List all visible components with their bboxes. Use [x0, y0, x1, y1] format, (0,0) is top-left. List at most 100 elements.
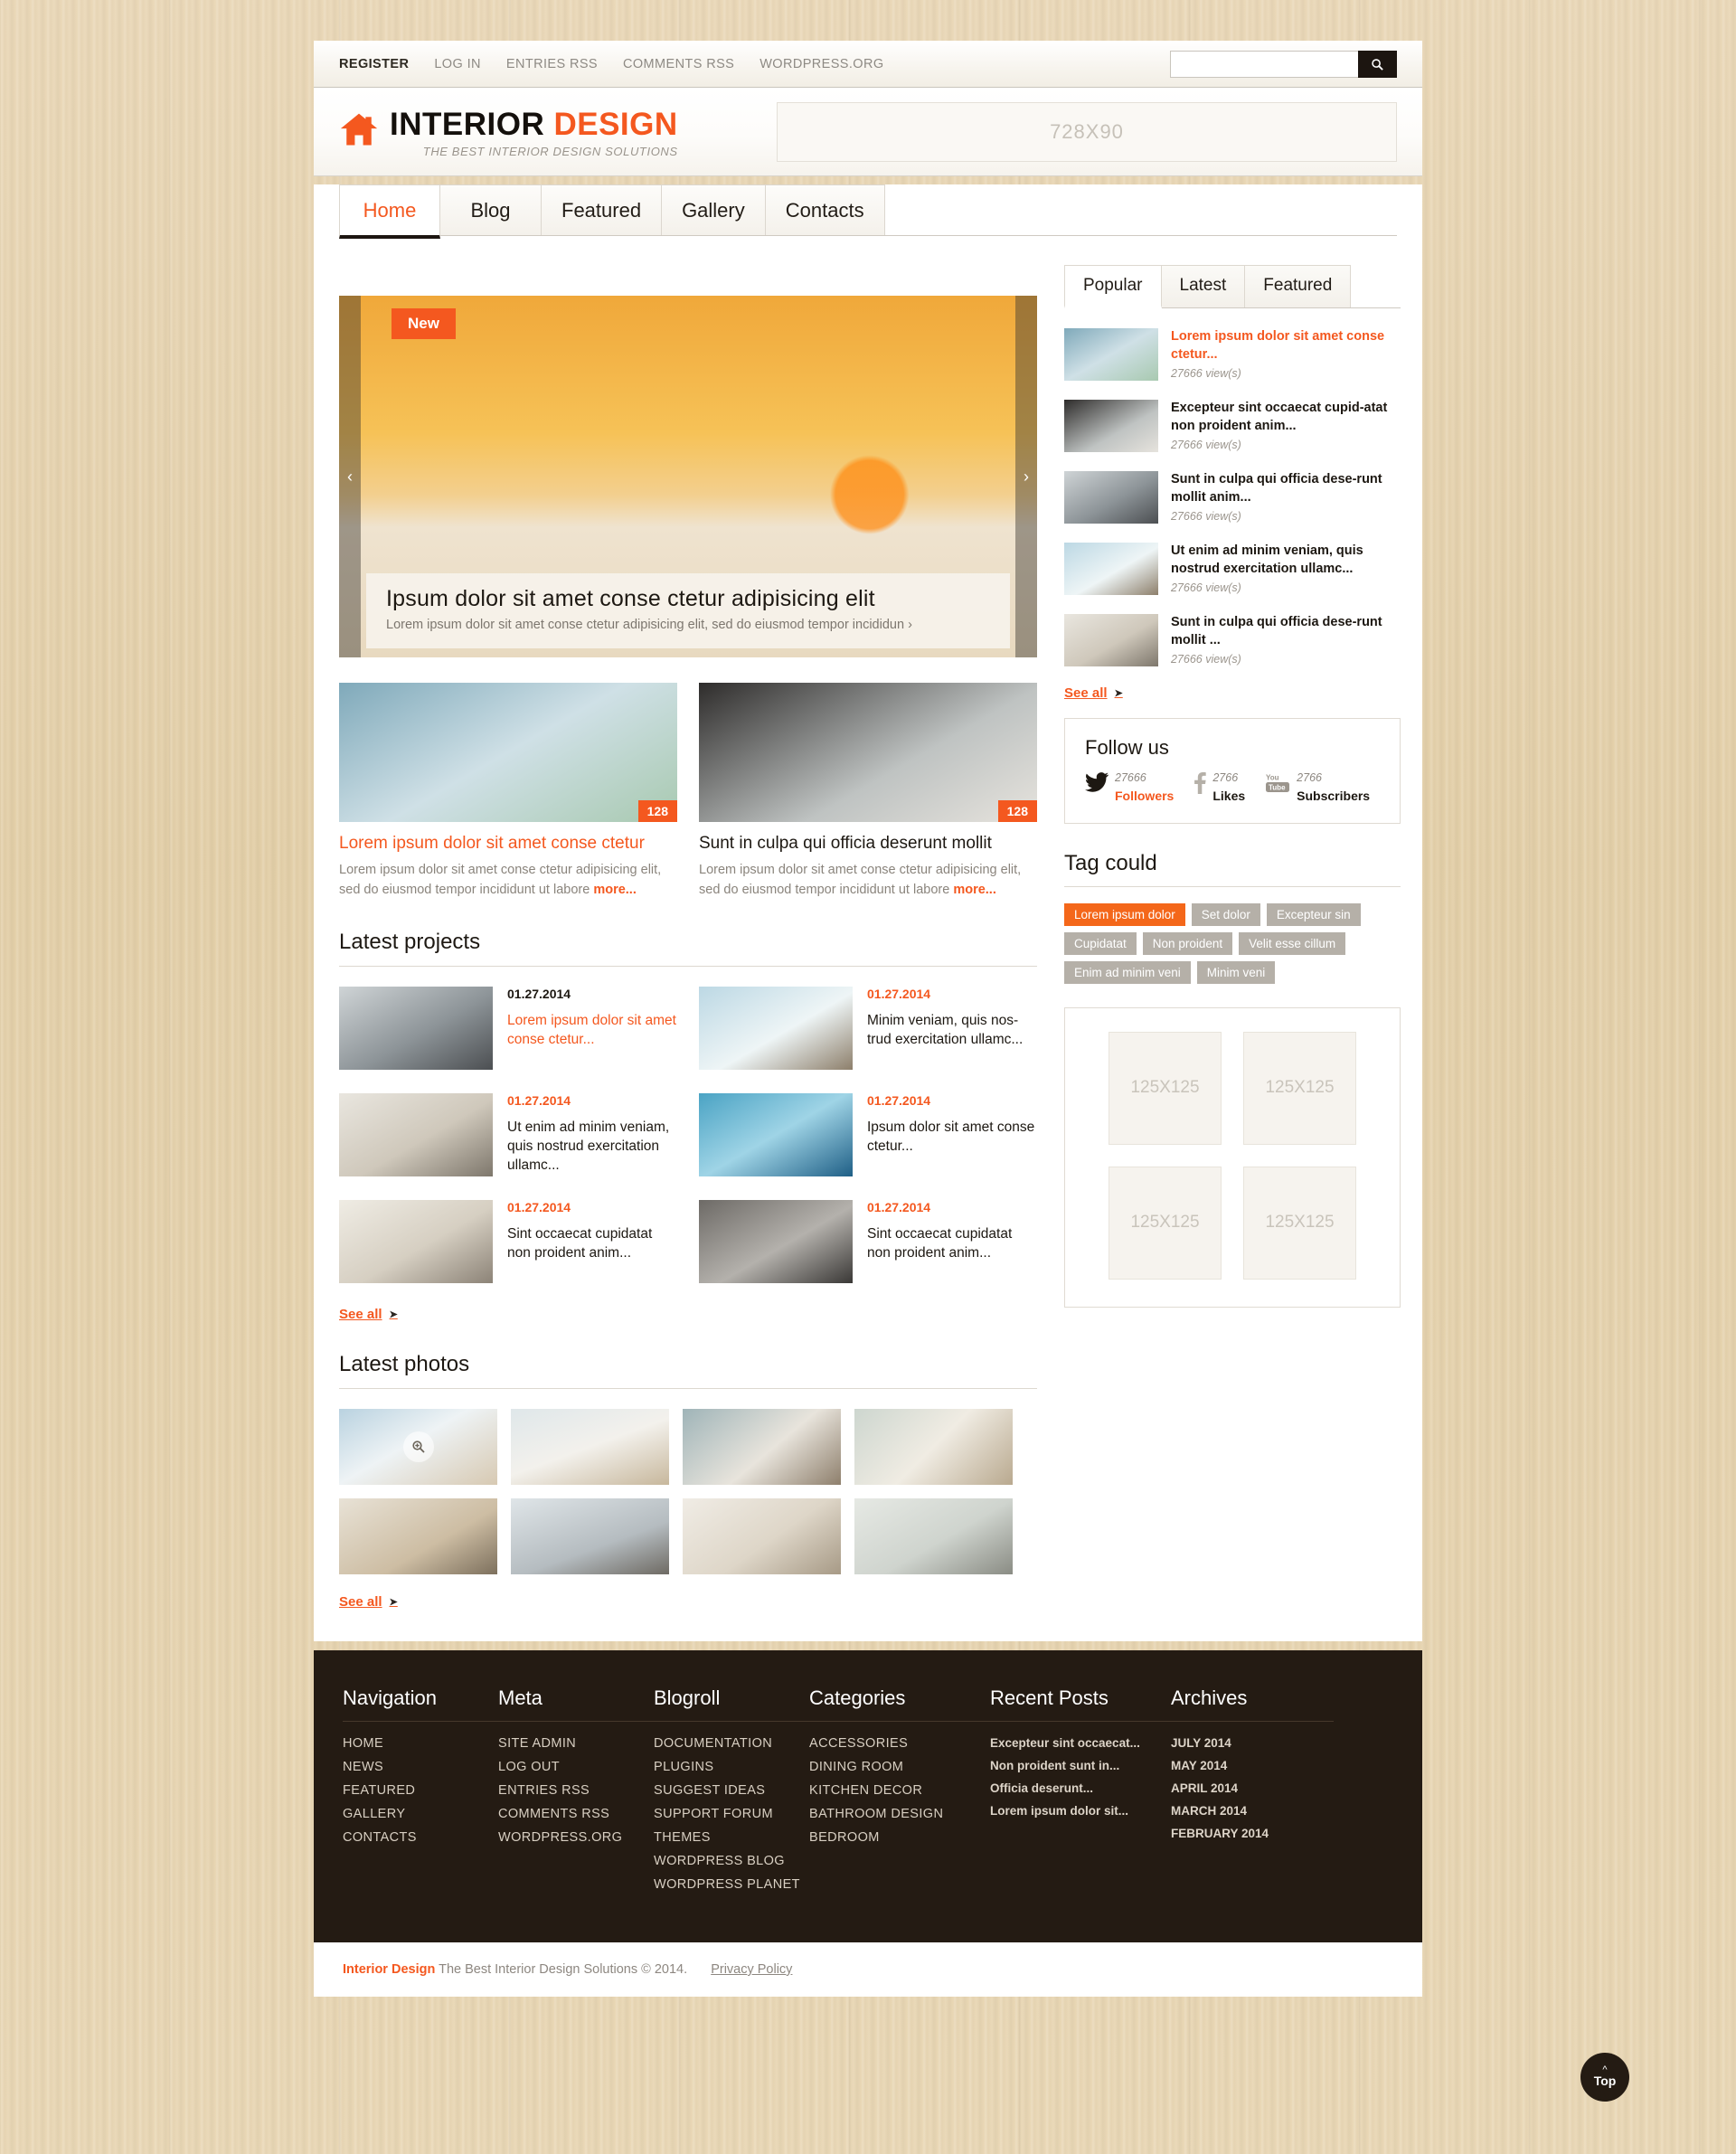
project-title[interactable]: Minim veniam, quis nos-trud exercitation…	[867, 1012, 1037, 1050]
sidebar-tab-popular[interactable]: Popular	[1064, 265, 1162, 308]
footer-link[interactable]: Officia deserunt...	[990, 1781, 1171, 1795]
footer-link[interactable]: FEATURED	[343, 1783, 498, 1798]
project-thumbnail[interactable]	[339, 986, 493, 1070]
post-thumbnail[interactable]: 128	[699, 683, 1037, 822]
utility-link-0[interactable]: REGISTER	[339, 57, 409, 71]
footer-link[interactable]: SUGGEST IDEAS	[654, 1783, 809, 1798]
photo-item[interactable]	[339, 1497, 497, 1574]
footer-link[interactable]: WORDPRESS PLANET	[654, 1877, 809, 1892]
photo-item[interactable]	[854, 1497, 1013, 1574]
nav-tab-home[interactable]: Home	[339, 184, 440, 239]
ad-placeholder-125x125[interactable]: 125X125	[1243, 1166, 1356, 1280]
social-item[interactable]: 27666 Followers	[1085, 771, 1174, 803]
nav-tab-gallery[interactable]: Gallery	[662, 184, 766, 235]
photo-item[interactable]	[683, 1497, 841, 1574]
footer-link[interactable]: COMMENTS RSS	[498, 1807, 654, 1821]
photo-item[interactable]	[511, 1497, 669, 1574]
ad-placeholder-125x125[interactable]: 125X125	[1109, 1166, 1222, 1280]
nav-tab-featured[interactable]: Featured	[542, 184, 663, 235]
footer-link[interactable]: HOME	[343, 1736, 498, 1751]
tag-item[interactable]: Cupidatat	[1064, 931, 1137, 955]
project-thumbnail[interactable]	[699, 986, 853, 1070]
search-button[interactable]	[1358, 51, 1397, 78]
project-thumbnail[interactable]	[699, 1092, 853, 1176]
tag-item[interactable]: Set dolor	[1191, 902, 1260, 926]
footer-link[interactable]: BEDROOM	[809, 1830, 990, 1845]
photo-item[interactable]	[854, 1408, 1013, 1485]
footer-link[interactable]: ACCESSORIES	[809, 1736, 990, 1751]
slider-more-arrow-icon[interactable]: ›	[908, 618, 912, 632]
footer-link[interactable]: BATHROOM DESIGN	[809, 1807, 990, 1821]
footer-link[interactable]: Excepteur sint occaecat...	[990, 1736, 1171, 1750]
footer-link[interactable]: PLUGINS	[654, 1760, 809, 1774]
utility-link-4[interactable]: WORDPRESS.ORG	[760, 57, 883, 71]
footer-link[interactable]: ENTRIES RSS	[498, 1783, 654, 1798]
footer-link[interactable]: SUPPORT FORUM	[654, 1807, 809, 1821]
footer-link[interactable]: APRIL 2014	[1171, 1781, 1334, 1795]
project-title[interactable]: Sint occaecat cupidatat non proident ani…	[867, 1225, 1037, 1263]
ad-placeholder-125x125[interactable]: 125X125	[1243, 1031, 1356, 1145]
project-title[interactable]: Ut enim ad minim veniam, quis nostrud ex…	[507, 1119, 677, 1176]
read-more-link[interactable]: more...	[593, 883, 637, 897]
sidebar-post-thumbnail[interactable]	[1064, 328, 1158, 381]
sidebar-post-thumbnail[interactable]	[1064, 471, 1158, 524]
photo-item[interactable]	[339, 1408, 497, 1485]
tag-item[interactable]: Non proident	[1142, 931, 1233, 955]
nav-tab-blog[interactable]: Blog	[440, 184, 542, 235]
sidebar-post-thumbnail[interactable]	[1064, 400, 1158, 452]
footer-link[interactable]: JULY 2014	[1171, 1736, 1334, 1750]
nav-tab-contacts[interactable]: Contacts	[765, 184, 885, 235]
footer-link[interactable]: LOG OUT	[498, 1760, 654, 1774]
sidebar-post-title[interactable]: Sunt in culpa qui officia dese-runt moll…	[1171, 614, 1401, 649]
sidebar-post-thumbnail[interactable]	[1064, 614, 1158, 666]
footer-link[interactable]: WORDPRESS.ORG	[498, 1830, 654, 1845]
site-logo[interactable]: INTERIOR DESIGN THE BEST INTERIOR DESIGN…	[339, 105, 735, 158]
read-more-link[interactable]: more...	[953, 883, 996, 897]
project-thumbnail[interactable]	[339, 1199, 493, 1283]
footer-link[interactable]: Lorem ipsum dolor sit...	[990, 1804, 1171, 1818]
project-title[interactable]: Sint occaecat cupidatat non proident ani…	[507, 1225, 677, 1263]
ad-placeholder-125x125[interactable]: 125X125	[1109, 1031, 1222, 1145]
sidebar-tab-featured[interactable]: Featured	[1245, 265, 1352, 307]
project-thumbnail[interactable]	[699, 1199, 853, 1283]
footer-link[interactable]: DOCUMENTATION	[654, 1736, 809, 1751]
latest-photos-see-all[interactable]: See all ➤	[339, 1594, 398, 1610]
latest-projects-see-all[interactable]: See all ➤	[339, 1307, 398, 1322]
social-item[interactable]: You Tube 2766 Subscribers	[1265, 771, 1370, 803]
back-to-top-button[interactable]: ^ Top	[1580, 2053, 1629, 2102]
project-title[interactable]: Lorem ipsum dolor sit amet conse ctetur.…	[507, 1012, 677, 1050]
footer-link[interactable]: THEMES	[654, 1830, 809, 1845]
tag-item[interactable]: Lorem ipsum dolor	[1064, 902, 1185, 926]
tag-item[interactable]: Enim ad minim veni	[1064, 960, 1191, 984]
search-form[interactable]	[1170, 51, 1397, 78]
tag-item[interactable]: Minim veni	[1196, 960, 1276, 984]
footer-link[interactable]: SITE ADMIN	[498, 1736, 654, 1751]
footer-link[interactable]: FEBRUARY 2014	[1171, 1827, 1334, 1840]
popular-see-all[interactable]: See all ➤	[1064, 685, 1123, 701]
sidebar-post-thumbnail[interactable]	[1064, 543, 1158, 595]
utility-link-1[interactable]: LOG IN	[434, 57, 481, 71]
tag-item[interactable]: Excepteur sin	[1266, 902, 1361, 926]
sidebar-tab-latest[interactable]: Latest	[1161, 265, 1246, 307]
slider-prev-button[interactable]: ‹	[339, 296, 361, 657]
footer-link[interactable]: GALLERY	[343, 1807, 498, 1821]
photo-item[interactable]	[683, 1408, 841, 1485]
social-item[interactable]: 2766 Likes	[1194, 771, 1245, 803]
post-title[interactable]: Sunt in culpa qui officia deserunt molli…	[699, 834, 1037, 854]
slider-next-button[interactable]: ›	[1015, 296, 1037, 657]
post-title[interactable]: Lorem ipsum dolor sit amet conse ctetur	[339, 834, 677, 854]
search-input[interactable]	[1170, 51, 1358, 78]
footer-link[interactable]: CONTACTS	[343, 1830, 498, 1845]
photo-item[interactable]	[511, 1408, 669, 1485]
utility-link-3[interactable]: COMMENTS RSS	[623, 57, 734, 71]
sidebar-post-title[interactable]: Ut enim ad minim veniam, quis nostrud ex…	[1171, 543, 1401, 578]
sidebar-post-title[interactable]: Excepteur sint occaecat cupid-atat non p…	[1171, 400, 1401, 435]
tag-item[interactable]: Velit esse cillum	[1239, 931, 1346, 955]
footer-link[interactable]: WORDPRESS BLOG	[654, 1854, 809, 1868]
footer-link[interactable]: Non proident sunt in...	[990, 1759, 1171, 1772]
hero-slider[interactable]: New ‹ › Ipsum dolor sit amet conse ctetu…	[339, 296, 1037, 657]
banner-728x90[interactable]: 728X90	[777, 101, 1397, 162]
sidebar-post-title[interactable]: Lorem ipsum dolor sit amet conse ctetur.…	[1171, 328, 1401, 364]
footer-link[interactable]: KITCHEN DECOR	[809, 1783, 990, 1798]
privacy-policy-link[interactable]: Privacy Policy	[711, 1962, 792, 1977]
